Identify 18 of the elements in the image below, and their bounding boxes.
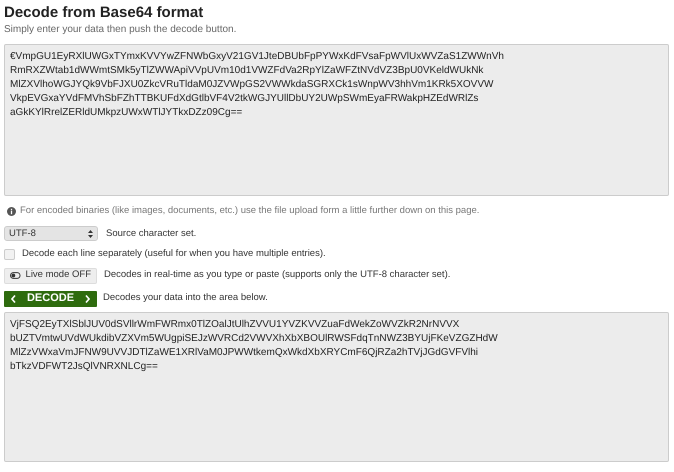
output-field[interactable]: VjFSQ2EyTXlSblJUV0dSVllrWmFWRmx0TlZOalJtUlhZVVU1YVZKVVZuaFdWekZoWVZkR2NrNVVX bUZTVmtwUVdWUkdibVZXVm5WUgpiSEJzWVRCd2VWVXhXbXBOUlRWSFdqTnNWZ3BYUjFKeVZGZHdW MlZzVWxaVmJFNW9UVVJDTlZaWE1XRlVaM0JPWWtkemQxWkdXbXRYCmF6QjRZa2hTVjJGdGVFVlhi bTkzVDFWT2JsQlVNRXNLCg== [4,312,669,462]
decode-button[interactable]: DECODE [4,290,97,306]
select-arrows-icon [88,230,93,238]
checkbox-label: Decode each line separately (useful for when you have multiple entries). [22,247,326,262]
charset-label: Source character set. [106,226,196,241]
checkbox[interactable] [4,248,15,260]
chevron-left-icon [11,294,16,302]
info-text: For encoded binaries (like images, documents, etc.) use the file upload form a little further down on this page. [20,204,480,218]
decode-label: Decodes your data into the area below. [103,291,268,306]
subtitle: Simply enter your data then push the decode button. [4,23,238,37]
charset-select[interactable]: UTF-8 [4,226,98,242]
info-icon [7,206,16,216]
toggle-icon [10,272,21,279]
page-title: Decode from Base64 format [4,4,204,22]
live-mode-label: Decodes in real-time as you type or paste (supports only the UTF-8 character set). [104,268,450,282]
live-mode-button[interactable]: Live mode OFF [4,268,97,284]
chevron-right-icon [85,294,90,302]
input-field[interactable]: €VmpGU1EyRXlUWGxTYmxKVVYwZFNWbGxyV21GV1JteDBUbFpPYWxKdFVsaFpWVlUxWVZaS1ZWWnVh RmRXZWtab1dWWmtSMk5yTlZWWApiVVpUVm10d1VWZFdVa2RpYlZaWFZtNVdVZ3BpU0VKeldWUkNk MlZXVlhoWGJYQk9VbFJXU0ZkcVRuTldaM0JZVWpGS2VWWkdaSGRXCk1sWnpWV3hhVm1KRk5XOVVW VkpEVGxaYVdFMVhSbFZhTTBKUFdXdGtlbVF4V2tkWGJYUllDbUY2UWpSWmEyaFRWakpHZEdWRlZs aGkKYlRrelZERldUMkpzUWxWTlJYTkxDZz09Cg== [4,44,669,196]
